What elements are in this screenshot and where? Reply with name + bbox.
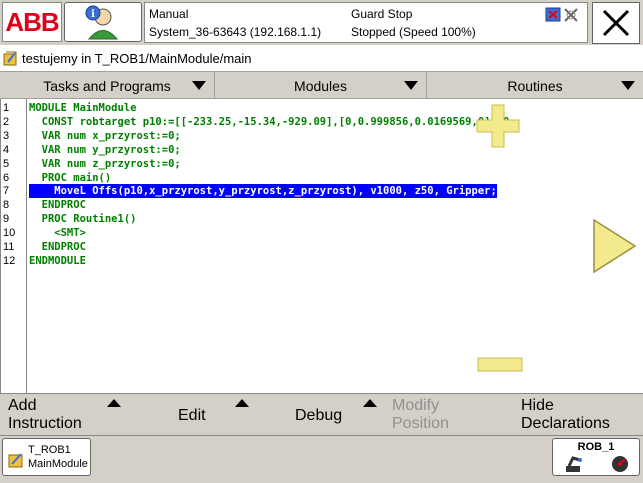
- edit-label: Edit: [178, 407, 206, 424]
- code-line[interactable]: 6 PROC main(): [1, 171, 643, 185]
- editor-menu-bar: Tasks and Programs Modules Routines: [0, 71, 643, 99]
- system-name: System_36-63643 (192.168.1.1): [149, 25, 322, 39]
- operating-mode: Manual: [149, 7, 189, 21]
- task-name: T_ROB1: [28, 444, 71, 456]
- line-number: 6: [3, 171, 10, 184]
- chevron-up-icon: [235, 399, 249, 407]
- code-line[interactable]: 2 CONST robtarget p10:=[[-233.25,-15.34,…: [1, 115, 643, 129]
- modify-position-button[interactable]: Modify Position: [384, 394, 512, 436]
- debug-label: Debug: [295, 407, 343, 424]
- code-line[interactable]: 12 ENDMODULE: [1, 254, 643, 268]
- line-number: 8: [3, 199, 10, 212]
- module-name: MainModule: [28, 458, 88, 470]
- debug-button[interactable]: Debug: [256, 394, 384, 436]
- line-number: 5: [3, 157, 10, 170]
- edit-button[interactable]: Edit: [128, 394, 256, 436]
- program-editor-icon: [3, 51, 17, 66]
- code-line[interactable]: 11 ENDPROC: [1, 240, 643, 254]
- user-info-icon: i: [85, 5, 119, 40]
- code-text: ENDPROC: [29, 199, 86, 212]
- scroll-right-icon[interactable]: [591, 218, 637, 274]
- add-instruction-button[interactable]: Add Instruction: [0, 394, 128, 436]
- code-line[interactable]: 10 <SMT>: [1, 226, 643, 240]
- program-editor-icon: [8, 453, 23, 468]
- modules-label: Modules: [294, 77, 347, 94]
- svg-text:i: i: [91, 9, 95, 20]
- line-number: 7: [3, 185, 10, 198]
- code-text: CONST robtarget p10:=[[-233.25,-15.34,-9…: [29, 115, 516, 128]
- chevron-down-icon: [404, 81, 418, 90]
- line-number: 9: [3, 213, 10, 226]
- add-instruction-label: Add Instruction: [8, 397, 82, 432]
- code-text: VAR num x_przyrost:=0;: [29, 129, 181, 142]
- user-button[interactable]: i: [64, 2, 142, 42]
- controller-state: Stopped (Speed 100%): [351, 25, 476, 39]
- code-line[interactable]: 4 VAR num y_przyrost:=0;: [1, 143, 643, 157]
- quickset-rob1-button[interactable]: ROB_1: [552, 438, 640, 476]
- code-text: PROC main(): [29, 171, 112, 184]
- abb-logo: ABB: [5, 6, 59, 37]
- code-text: MODULE MainModule: [29, 102, 137, 114]
- status-icons: [545, 7, 578, 22]
- code-text: VAR num z_przyrost:=0;: [29, 157, 181, 170]
- line-number: 3: [3, 129, 10, 142]
- code-text: ENDPROC: [29, 241, 86, 253]
- line-number: 12: [3, 254, 16, 267]
- code-text: VAR num y_przyrost:=0;: [29, 143, 181, 156]
- code-line[interactable]: 1 MODULE MainModule: [1, 101, 643, 115]
- modules-menu[interactable]: Modules: [215, 72, 427, 99]
- status-panel[interactable]: Manual System_36-63643 (192.168.1.1) Gua…: [144, 2, 588, 43]
- hide-declarations-button[interactable]: Hide Declarations: [512, 394, 643, 436]
- routines-menu[interactable]: Routines: [427, 72, 643, 99]
- program-title-bar: testujemy in T_ROB1/MainModule/main: [0, 47, 643, 69]
- routines-label: Routines: [507, 77, 563, 94]
- zoom-out-icon[interactable]: [477, 356, 523, 374]
- guard-status: Guard Stop: [351, 7, 413, 21]
- line-number: 11: [3, 241, 15, 253]
- code-line-selected[interactable]: 7 MoveL Offs(p10,x_przyrost,y_przyrost,z…: [1, 184, 643, 199]
- close-icon: [602, 9, 630, 37]
- chevron-down-icon: [621, 81, 635, 90]
- code-line[interactable]: 5 VAR num z_przyrost:=0;: [1, 157, 643, 171]
- chevron-down-icon: [192, 81, 206, 90]
- line-number: 2: [3, 115, 10, 128]
- line-number: 4: [3, 143, 10, 156]
- code-line[interactable]: 9 PROC Routine1(): [1, 212, 643, 226]
- taskbar: T_ROB1 MainModule ROB_1: [0, 435, 643, 483]
- line-number: 1: [3, 102, 10, 114]
- program-title: testujemy in T_ROB1/MainModule/main: [22, 50, 252, 66]
- robot-icon: [566, 456, 582, 472]
- abb-menu-button[interactable]: ABB: [2, 2, 62, 42]
- tasks-and-programs-menu[interactable]: Tasks and Programs: [0, 72, 215, 99]
- speed-icon: [612, 456, 628, 472]
- code-editor[interactable]: 1 MODULE MainModule 2 CONST robtarget p10:…: [0, 99, 643, 393]
- command-bar: Add Instruction Edit Debug Modify Positi…: [0, 393, 643, 435]
- hide-declarations-label: Hide Declarations: [521, 397, 610, 432]
- chevron-up-icon: [107, 399, 121, 407]
- modify-position-label: Modify Position: [392, 397, 449, 432]
- task-program-editor-button[interactable]: T_ROB1 MainModule: [2, 438, 91, 476]
- tasks-and-programs-label: Tasks and Programs: [43, 77, 171, 94]
- code-line[interactable]: 3 VAR num x_przyrost:=0;: [1, 129, 643, 143]
- code-text: <SMT>: [29, 227, 86, 240]
- zoom-in-icon[interactable]: [475, 103, 521, 149]
- chevron-up-icon: [363, 399, 377, 407]
- rob-label: ROB_1: [577, 441, 615, 453]
- code-line[interactable]: 8 ENDPROC: [1, 198, 643, 212]
- code-text: ENDMODULE: [29, 254, 86, 267]
- code-text: MoveL Offs(p10,x_przyrost,y_przyrost,z_p…: [29, 184, 497, 199]
- code-text: PROC Routine1(): [29, 213, 137, 226]
- close-button[interactable]: [592, 2, 640, 44]
- header-bar: ABB i Manual System_36-63643 (192.168.1.…: [0, 0, 643, 45]
- line-number: 10: [3, 227, 16, 240]
